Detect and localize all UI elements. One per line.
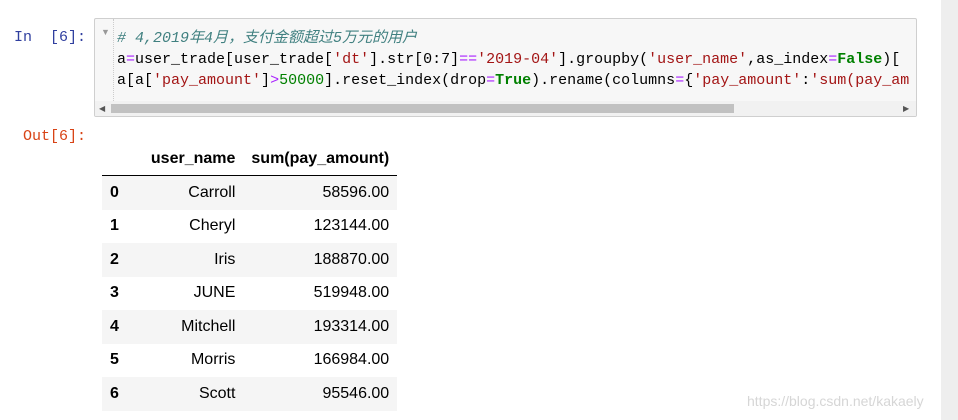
code-token: False	[837, 51, 883, 68]
user-name-cell: Morris	[190, 351, 236, 369]
pay-amount-cell: 193314.00	[243, 310, 398, 344]
code-token: 'dt'	[333, 51, 370, 68]
row-index-cell: 2	[102, 243, 143, 277]
row-index-cell: 1	[110, 217, 119, 235]
pay-amount-cell: 123144.00	[313, 217, 390, 235]
code-token: =	[675, 72, 685, 89]
code-token: True	[495, 72, 532, 89]
code-line: a=user_trade[user_trade['dt'].str[0:7]==…	[117, 49, 909, 70]
pay-amount-cell: 188870.00	[243, 243, 398, 277]
index-header	[102, 142, 143, 176]
code-token: ].str[0:7]	[369, 51, 460, 68]
scrollbar-thumb[interactable]	[111, 104, 734, 113]
code-token: 'sum(pay_am	[810, 72, 910, 89]
row-index-cell: 4	[102, 310, 143, 344]
code-input-area[interactable]: ▼ # 4,2019年4月，支付金额超过5万元的用户 a=user_trade[u…	[94, 18, 917, 117]
code-token: 'pay_amount'	[693, 72, 802, 89]
code-token: 'pay_amount'	[153, 72, 262, 89]
code-token: >	[270, 72, 280, 89]
user-name-cell: Cheryl	[189, 217, 236, 235]
code-token: ].reset_index(drop	[324, 72, 487, 89]
column-header-sum-pay-amount: sum(pay_amount)	[243, 142, 398, 176]
code-token: user_trade[user_trade[	[135, 51, 334, 68]
table-row: 6 Scott 95546.00	[102, 377, 398, 411]
code-token: # 4,2019年4月，支付金额超过5万元的用户	[117, 30, 418, 47]
code-token: ).rename(columns	[531, 72, 676, 89]
row-index-cell: 3	[110, 284, 119, 302]
code-line: # 4,2019年4月，支付金额超过5万元的用户	[117, 28, 909, 49]
code-token: '2019-04'	[477, 51, 559, 68]
table-row: 1 Cheryl 123144.00	[102, 210, 397, 244]
code-token: ==	[459, 51, 478, 68]
code-token: )[	[882, 51, 901, 68]
user-name-cell: Mitchell	[142, 310, 244, 344]
gutter-divider	[113, 19, 114, 101]
user-name-cell: Carroll	[142, 175, 244, 210]
code-token: =	[486, 72, 496, 89]
code-editor[interactable]: # 4,2019年4月，支付金额超过5万元的用户 a=user_trade[use…	[117, 28, 909, 91]
pay-amount-cell: 95546.00	[243, 377, 398, 411]
output-prompt: Out[6]:	[23, 128, 87, 145]
row-index-cell: 6	[102, 377, 143, 411]
code-token: ].groupby(	[558, 51, 649, 68]
pay-amount-cell: 166984.00	[313, 351, 390, 369]
watermark: https://blog.csdn.net/kakaely	[747, 393, 924, 409]
input-prompt: In [6]:	[14, 29, 87, 46]
table-row: 2 Iris 188870.00	[102, 243, 398, 277]
code-line: a[a['pay_amount']>50000].reset_index(dro…	[117, 70, 909, 91]
pay-amount-cell: 519948.00	[313, 284, 390, 302]
pay-amount-cell: 58596.00	[243, 175, 398, 210]
code-token: =	[828, 51, 838, 68]
row-index-cell: 5	[110, 351, 119, 369]
dataframe-output: user_name sum(pay_amount) 0 Carroll 58596.…	[102, 142, 398, 411]
table-row: 3 JUNE 519948.00	[102, 277, 397, 311]
code-token: a	[117, 51, 127, 68]
user-name-cell: Scott	[142, 377, 244, 411]
column-header-user-name: user_name	[142, 142, 244, 176]
code-token: :	[801, 72, 811, 89]
window-right-edge	[941, 0, 958, 420]
code-token: 'user_name'	[648, 51, 748, 68]
scroll-left-arrow-icon[interactable]: ◀	[99, 104, 105, 113]
code-token: a[a[	[117, 72, 154, 89]
code-token: {	[684, 72, 694, 89]
table-row: 4 Mitchell 193314.00	[102, 310, 398, 344]
table-row: 0 Carroll 58596.00	[102, 175, 398, 210]
code-token: =	[126, 51, 136, 68]
table-header-row: user_name sum(pay_amount)	[102, 142, 398, 176]
row-index-cell: 0	[102, 175, 143, 210]
collapse-triangle-icon[interactable]: ▼	[101, 27, 110, 37]
code-token: 50000	[279, 72, 325, 89]
user-name-cell: JUNE	[193, 284, 236, 302]
code-token: ]	[261, 72, 271, 89]
table-row: 5 Morris 166984.00	[102, 344, 397, 378]
user-name-cell: Iris	[142, 243, 244, 277]
code-token: ,as_index	[747, 51, 829, 68]
horizontal-scrollbar[interactable]: ◀ ▶	[95, 101, 916, 116]
scroll-right-arrow-icon[interactable]: ▶	[903, 104, 909, 113]
